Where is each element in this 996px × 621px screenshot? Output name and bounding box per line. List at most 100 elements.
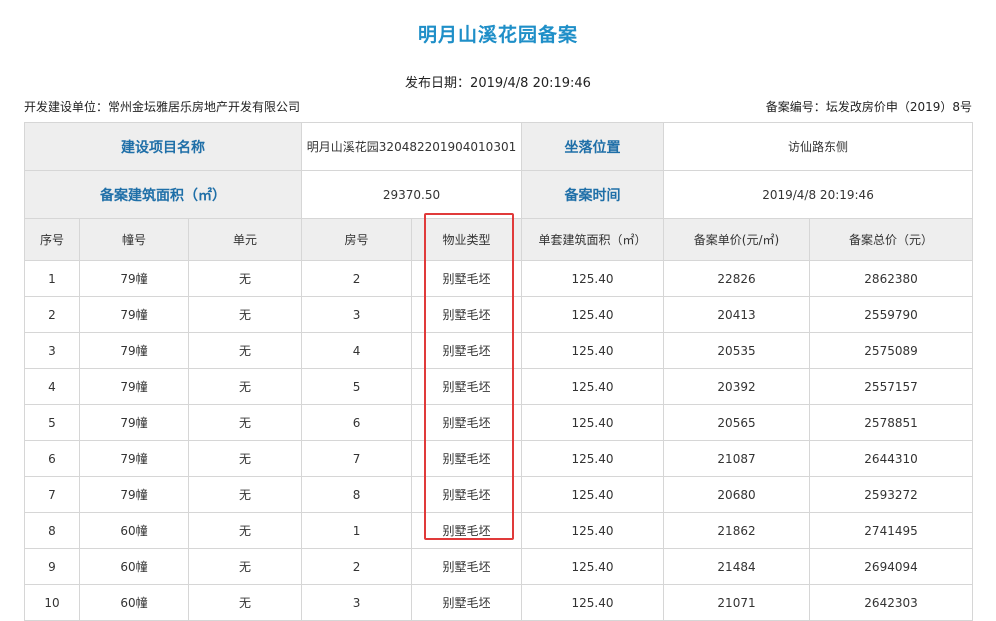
- col-header-unit-price: 备案单价(元/㎡): [663, 218, 811, 261]
- table-row: 5 79幢无 6 别墅毛坯 125.40 20565 2578851: [24, 404, 974, 441]
- cell-building: 79幢: [79, 296, 189, 333]
- record-number-info: 备案编号：坛发改房价申（2019）8号: [766, 98, 972, 115]
- cell-total-price: 2741495: [809, 512, 974, 549]
- cell-total-price: 2644310: [809, 440, 974, 477]
- area-value: 29370.50: [301, 170, 523, 219]
- cell-unit: 无: [187, 332, 303, 369]
- col-header-building: 幢号: [79, 218, 189, 261]
- cell-unit-price: 22826: [663, 260, 811, 297]
- cell-unit-price: 21071: [663, 584, 811, 621]
- cell-unit-price: 20413: [663, 296, 811, 333]
- cell-area: 125.40: [521, 260, 665, 297]
- publish-date: 发布日期：2019/4/8 20:19:46: [0, 72, 996, 91]
- cell-area: 125.40: [521, 368, 665, 405]
- cell-property-type: 别墅毛坯: [411, 548, 523, 585]
- cell-area: 125.40: [521, 548, 665, 585]
- cell-room: 2: [301, 548, 413, 585]
- cell-unit-price: 20392: [663, 368, 811, 405]
- cell-index: 2: [24, 296, 80, 333]
- cell-index: 8: [24, 512, 80, 549]
- cell-room: 5: [301, 368, 413, 405]
- cell-property-type: 别墅毛坯: [411, 440, 523, 477]
- cell-property-type: 别墅毛坯: [411, 332, 523, 369]
- cell-total-price: 2575089: [809, 332, 974, 369]
- developer-value: 常州金坛雅居乐房地产开发有限公司: [108, 100, 301, 114]
- cell-room: 2: [301, 260, 413, 297]
- col-header-property-type: 物业类型: [411, 218, 523, 261]
- cell-area: 125.40: [521, 476, 665, 513]
- cell-unit: 无: [187, 260, 303, 297]
- col-header-total-price: 备案总价（元）: [809, 218, 974, 261]
- cell-unit-price: 20535: [663, 332, 811, 369]
- project-area-row: 备案建筑面积（㎡） 29370.50 备案时间 2019/4/8 20:19:4…: [23, 170, 974, 219]
- cell-area: 125.40: [521, 332, 665, 369]
- cell-area: 125.40: [521, 584, 665, 621]
- cell-unit-price: 20680: [663, 476, 811, 513]
- cell-index: 1: [24, 260, 80, 297]
- cell-total-price: 2862380: [809, 260, 974, 297]
- cell-property-type: 别墅毛坯: [411, 512, 523, 549]
- col-header-room: 房号: [301, 218, 413, 261]
- table-row: 10 60幢无 3 别墅毛坯 125.40 21071 2642303: [24, 584, 974, 621]
- cell-room: 1: [301, 512, 413, 549]
- cell-room: 3: [301, 584, 413, 621]
- project-name-value: 明月山溪花园320482201904010301: [301, 122, 523, 171]
- project-name-row: 建设项目名称 明月山溪花园320482201904010301 坐落位置 访仙路…: [23, 122, 974, 171]
- cell-area: 125.40: [521, 296, 665, 333]
- table-row: 6 79幢无 7 别墅毛坯 125.40 21087 2644310: [24, 440, 974, 477]
- cell-building: 60幢: [79, 512, 189, 549]
- cell-total-price: 2694094: [809, 548, 974, 585]
- cell-unit: 无: [187, 404, 303, 441]
- cell-property-type: 别墅毛坯: [411, 404, 523, 441]
- cell-total-price: 2578851: [809, 404, 974, 441]
- cell-property-type: 别墅毛坯: [411, 584, 523, 621]
- cell-unit: 无: [187, 296, 303, 333]
- cell-total-price: 2559790: [809, 296, 974, 333]
- cell-building: 60幢: [79, 548, 189, 585]
- cell-building: 60幢: [79, 584, 189, 621]
- cell-unit: 无: [187, 476, 303, 513]
- cell-property-type: 别墅毛坯: [411, 476, 523, 513]
- cell-unit: 无: [187, 440, 303, 477]
- area-label: 备案建筑面积（㎡）: [23, 170, 303, 219]
- cell-building: 79幢: [79, 476, 189, 513]
- cell-area: 125.40: [521, 440, 665, 477]
- cell-total-price: 2557157: [809, 368, 974, 405]
- developer-info: 开发建设单位：常州金坛雅居乐房地产开发有限公司: [24, 98, 300, 115]
- table-row: 8 60幢无 1 别墅毛坯 125.40 21862 2741495: [24, 512, 974, 549]
- project-name-label: 建设项目名称: [23, 122, 303, 171]
- filing-table: 建设项目名称 明月山溪花园320482201904010301 坐落位置 访仙路…: [23, 122, 974, 621]
- cell-total-price: 2642303: [809, 584, 974, 621]
- cell-unit-price: 21484: [663, 548, 811, 585]
- cell-unit: 无: [187, 584, 303, 621]
- location-value: 访仙路东侧: [663, 122, 974, 171]
- page-title: 明月山溪花园备案: [417, 24, 578, 46]
- cell-unit-price: 21087: [663, 440, 811, 477]
- record-number-label: 备案编号：: [765, 100, 826, 114]
- table-row: 2 79幢无 3 别墅毛坯 125.40 20413 2559790: [24, 296, 974, 333]
- cell-building: 79幢: [79, 404, 189, 441]
- cell-room: 4: [301, 332, 413, 369]
- col-header-area: 单套建筑面积（㎡）: [521, 218, 665, 261]
- table-row: 4 79幢无 5 别墅毛坯 125.40 20392 2557157: [24, 368, 974, 405]
- cell-room: 3: [301, 296, 413, 333]
- table-row: 3 79幢无 4 别墅毛坯 125.40 20535 2575089: [24, 332, 974, 369]
- cell-property-type: 别墅毛坯: [411, 296, 523, 333]
- table-row: 7 79幢无 8 别墅毛坯 125.40 20680 2593272: [24, 476, 974, 513]
- cell-unit-price: 21862: [663, 512, 811, 549]
- cell-total-price: 2593272: [809, 476, 974, 513]
- cell-area: 125.40: [521, 404, 665, 441]
- cell-index: 4: [24, 368, 80, 405]
- developer-label: 开发建设单位：: [24, 100, 109, 114]
- cell-area: 125.40: [521, 512, 665, 549]
- cell-index: 3: [24, 332, 80, 369]
- table-row: 1 79幢无 2 别墅毛坯 125.40 22826 2862380: [24, 260, 974, 297]
- cell-building: 79幢: [79, 260, 189, 297]
- cell-unit: 无: [187, 548, 303, 585]
- column-header-row: 序号 幢号 单元 房号 物业类型 单套建筑面积（㎡） 备案单价(元/㎡) 备案总…: [24, 218, 974, 261]
- cell-index: 10: [24, 584, 80, 621]
- col-header-unit: 单元: [187, 218, 303, 261]
- cell-room: 8: [301, 476, 413, 513]
- col-header-index: 序号: [24, 218, 80, 261]
- publish-date-label: 发布日期：: [405, 76, 471, 91]
